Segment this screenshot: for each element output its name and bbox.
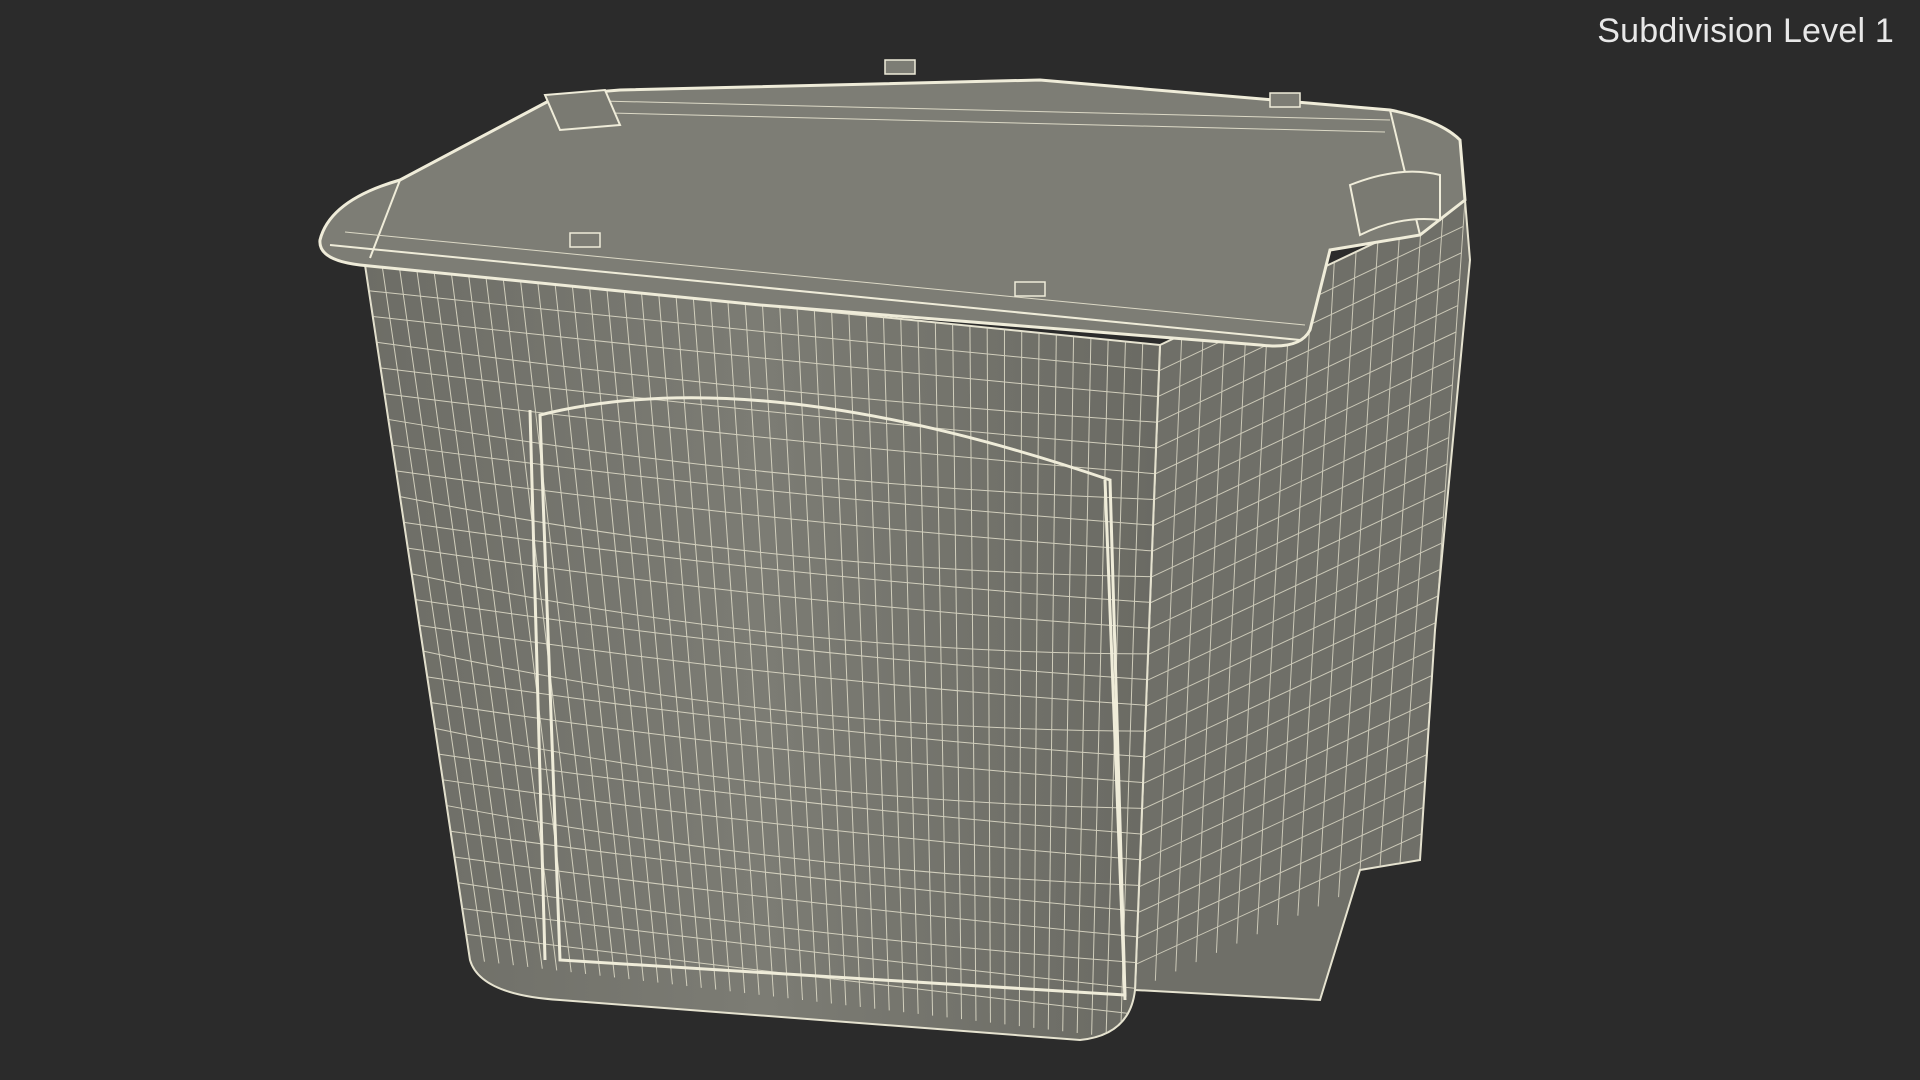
rim-tab bbox=[569, 232, 601, 248]
subdivision-level-caption: Subdivision Level 1 bbox=[1597, 12, 1894, 50]
rim-tab bbox=[1014, 281, 1046, 297]
render-viewport: Subdivision Level 1 bbox=[0, 0, 1920, 1080]
rim-tab bbox=[884, 59, 916, 75]
wireframe-storage-tub bbox=[318, 59, 1472, 1042]
rim-tab bbox=[1269, 92, 1301, 108]
